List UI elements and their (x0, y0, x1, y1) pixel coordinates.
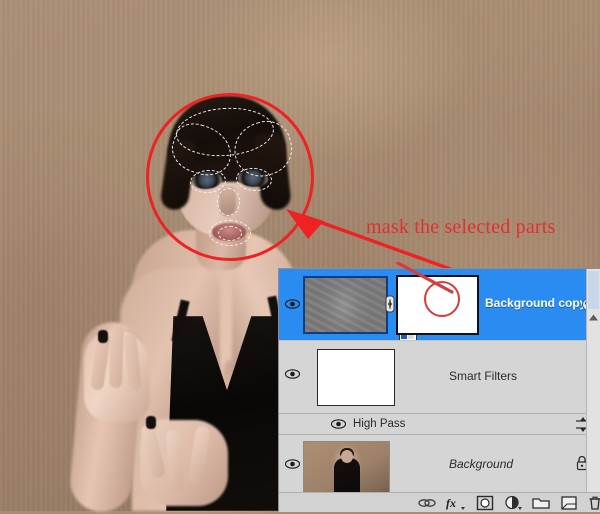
hand-left-finger (108, 325, 125, 389)
filter-row-high-pass[interactable]: High Pass (279, 413, 600, 435)
layer-row-background[interactable]: Background (279, 435, 600, 501)
trash-icon[interactable] (585, 495, 600, 511)
layer-name-background: Background (449, 457, 514, 471)
annotation-circle-on-mask (424, 281, 460, 317)
layer-mask-icon[interactable] (475, 495, 495, 511)
layer-name-smart-filters: Smart Filters (449, 369, 518, 383)
eye-icon[interactable] (285, 459, 300, 469)
link-chain-icon[interactable] (417, 495, 437, 511)
filter-name-high-pass: High Pass (353, 418, 406, 430)
scrollbar-thumb[interactable] (588, 271, 599, 309)
annotation-text: mask the selected parts (366, 216, 556, 238)
filter-mask-thumbnail[interactable] (317, 349, 395, 406)
eye-icon[interactable] (285, 369, 300, 379)
svg-text:fx: fx (446, 496, 456, 510)
eye-icon[interactable] (331, 419, 346, 429)
adjustment-layer-icon[interactable] (503, 495, 523, 511)
layer-row-smart-filters[interactable]: Smart Filters (279, 340, 600, 413)
new-layer-icon[interactable] (559, 495, 579, 511)
layer-thumbnail[interactable] (303, 276, 417, 342)
folder-icon[interactable] (531, 495, 551, 511)
layers-panel-scrollbar[interactable] (586, 269, 600, 492)
layers-panel-toolbar[interactable]: fx (279, 492, 600, 512)
fx-icon[interactable]: fx (445, 495, 465, 511)
link-icon[interactable] (385, 295, 395, 313)
eye-icon[interactable] (285, 299, 300, 309)
layer-name-background-copy: Background copy (485, 296, 587, 310)
fingernail (98, 330, 108, 343)
chevron-up-icon[interactable] (588, 313, 599, 322)
fingernail (146, 416, 156, 429)
